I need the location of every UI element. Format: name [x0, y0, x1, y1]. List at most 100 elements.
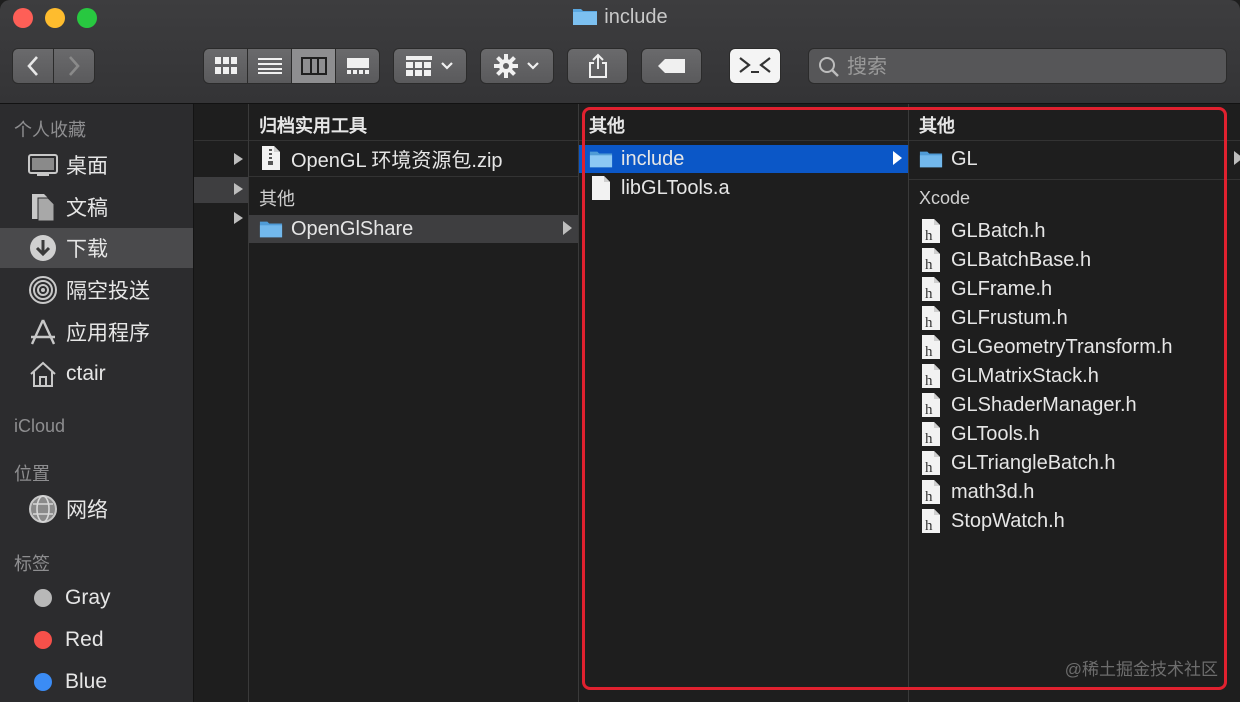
disclosure-arrow[interactable]	[234, 183, 243, 195]
sidebar-item-desktop[interactable]: 桌面	[0, 145, 193, 185]
sidebar-tag-blue[interactable]: Blue	[0, 662, 193, 702]
group-header: 其他	[589, 116, 625, 136]
item-name: OpenGL 环境资源包.zip	[291, 149, 503, 172]
item-name: GLShaderManager.h	[951, 393, 1137, 416]
back-button[interactable]	[13, 49, 54, 83]
browser-column-3: 其他 GL Xcode h GLBatch.h h GLBatchBase.h h GLF…	[909, 104, 1240, 702]
list-item[interactable]: h GLBatch.h	[909, 217, 1240, 245]
browser-column-0	[194, 104, 249, 702]
sidebar-item-label: 网络	[66, 499, 108, 522]
list-item[interactable]: OpenGL 环境资源包.zip	[249, 144, 578, 172]
list-item[interactable]: h StopWatch.h	[909, 507, 1240, 535]
desktop-icon	[28, 150, 58, 180]
item-name: GLGeometryTransform.h	[951, 335, 1173, 358]
list-view-button[interactable]	[248, 49, 292, 83]
folder-icon	[259, 216, 283, 242]
disclosure-arrow[interactable]	[234, 212, 243, 224]
grid-icon	[214, 57, 237, 74]
sidebar: 个人收藏 桌面 文稿 下载 隔空投送 应用程序 ctair iCloud 位置	[0, 104, 194, 702]
group-by-button[interactable]	[393, 48, 467, 84]
header-file-icon: h	[919, 334, 943, 360]
list-item[interactable]: h math3d.h	[909, 478, 1240, 506]
header-file-icon: h	[919, 421, 943, 447]
sidebar-tag-red[interactable]: Red	[0, 620, 193, 660]
group-header: 其他	[259, 189, 295, 209]
sidebar-item-label: 应用程序	[66, 322, 150, 345]
list-item[interactable]: libGLTools.a	[579, 174, 908, 202]
tag-icon	[657, 59, 685, 73]
list-item[interactable]: h GLGeometryTransform.h	[909, 333, 1240, 361]
search-field	[808, 48, 1227, 84]
sidebar-item-downloads[interactable]: 下载	[0, 228, 193, 268]
group-divider	[909, 140, 1240, 141]
folder-icon	[589, 146, 613, 172]
item-name: include	[621, 147, 685, 170]
sidebar-item-airdrop[interactable]: 隔空投送	[0, 270, 193, 310]
list-item[interactable]: h GLShaderManager.h	[909, 391, 1240, 419]
item-name: GLFrustum.h	[951, 306, 1068, 329]
group-divider	[909, 179, 1240, 180]
icloud-header: iCloud	[14, 416, 66, 436]
item-name: GL	[951, 147, 978, 170]
list-item[interactable]: h GLTriangleBatch.h	[909, 449, 1240, 477]
header-file-icon: h	[919, 479, 943, 505]
sidebar-item-home[interactable]: ctair	[0, 354, 193, 394]
svg-text:h: h	[925, 286, 933, 302]
svg-text:h: h	[925, 489, 933, 505]
browser-column-2: 其他 include libGLTools.a	[579, 104, 909, 702]
header-file-icon: h	[919, 363, 943, 389]
network-icon	[28, 494, 58, 524]
sidebar-item-applications[interactable]: 应用程序	[0, 312, 193, 352]
header-file-icon: h	[919, 392, 943, 418]
header-file-icon: h	[919, 218, 943, 244]
list-item[interactable]: GL	[909, 145, 1240, 173]
list-item[interactable]: OpenGlShare	[249, 215, 578, 243]
browser-column-1: 归档实用工具 OpenGL 环境资源包.zip 其他 OpenGlShare	[249, 104, 579, 702]
terminal-icon	[739, 57, 771, 73]
list-item[interactable]: h GLMatrixStack.h	[909, 362, 1240, 390]
list-item[interactable]: h GLFrustum.h	[909, 304, 1240, 332]
svg-text:h: h	[925, 518, 933, 534]
item-name: math3d.h	[951, 480, 1035, 503]
forward-button[interactable]	[54, 49, 94, 83]
group-grid-icon	[406, 56, 432, 76]
applications-icon	[28, 317, 58, 347]
expand-arrow-icon	[563, 221, 572, 235]
gallery-view-button[interactable]	[336, 49, 379, 83]
share-button[interactable]	[567, 48, 628, 84]
tag-button[interactable]	[641, 48, 702, 84]
group-header: Xcode	[919, 188, 971, 208]
toolbar: include	[0, 0, 1240, 104]
sidebar-tag-gray[interactable]: Gray	[0, 578, 193, 618]
sidebar-item-network[interactable]: 网络	[0, 489, 193, 529]
list-item[interactable]: h GLFrame.h	[909, 275, 1240, 303]
header-file-icon: h	[919, 450, 943, 476]
tag-dot-gray	[34, 589, 52, 607]
list-item[interactable]: h GLBatchBase.h	[909, 246, 1240, 274]
svg-text:h: h	[925, 315, 933, 331]
group-divider	[194, 140, 248, 141]
disclosure-arrow[interactable]	[234, 153, 243, 165]
header-file-icon: h	[919, 305, 943, 331]
svg-text:h: h	[925, 257, 933, 273]
item-name: GLTriangleBatch.h	[951, 451, 1116, 474]
header-file-icon: h	[919, 508, 943, 534]
column-view-button[interactable]	[292, 49, 336, 83]
action-menu-button[interactable]	[480, 48, 554, 84]
list-item[interactable]: h GLTools.h	[909, 420, 1240, 448]
gear-icon	[494, 54, 518, 78]
item-name: StopWatch.h	[951, 509, 1065, 532]
item-name: libGLTools.a	[621, 176, 730, 199]
folder-icon	[919, 146, 943, 172]
sidebar-item-label: Gray	[65, 586, 111, 609]
file-icon	[589, 175, 613, 201]
share-icon	[588, 53, 607, 78]
icon-view-button[interactable]	[204, 49, 248, 83]
list-item[interactable]: include	[579, 145, 908, 173]
folder-icon	[572, 6, 598, 32]
search-input[interactable]	[845, 54, 1219, 80]
group-divider	[249, 140, 578, 141]
sidebar-item-label: 桌面	[66, 155, 108, 178]
sidebar-item-documents[interactable]: 文稿	[0, 187, 193, 227]
terminal-button[interactable]	[729, 48, 781, 84]
